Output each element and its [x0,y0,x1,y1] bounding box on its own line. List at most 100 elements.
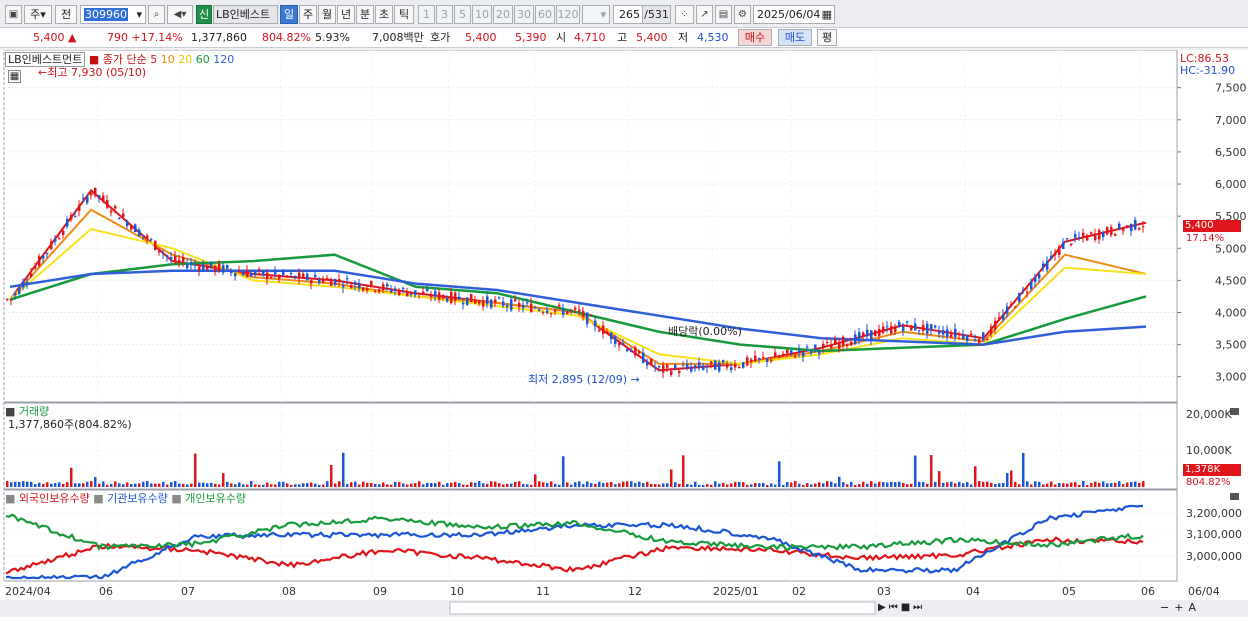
candle-body [346,278,349,280]
table-icon[interactable]: ▦ [8,70,21,83]
sell-button[interactable]: 매도 [778,29,812,46]
font-size-icon[interactable]: A [1188,601,1201,614]
jump-start-icon[interactable]: ⏮ [889,602,901,613]
interval-custom-select[interactable]: ▾ [582,5,610,24]
volume-bar [470,482,473,487]
volume-bar [342,452,345,487]
interval-3[interactable]: 3 [436,5,453,24]
volume-bar [350,482,353,487]
candle-body [238,270,241,273]
volume-bar [322,484,325,487]
chart-area[interactable]: 7,500 7,000 6,500 6,000 5,500 5,000 4,500 4,000… [0,50,1248,621]
unit-month[interactable]: 월 [318,5,336,24]
buy-button[interactable]: 매수 [738,29,772,46]
last-volume-pct: 804.82% [1186,477,1231,488]
volume-bar [850,481,853,487]
scroll-controls[interactable]: ▶⏮■⏭ [878,601,925,614]
volume-bar [158,483,161,487]
stock-chart-svg[interactable]: 7,5007,0006,5006,0005,5005,0004,5004,000… [0,50,1248,621]
volume-bar [234,484,237,487]
volume-bar [138,483,141,487]
volume-bar [18,481,21,487]
volume-bar [986,481,989,487]
unit-second[interactable]: 초 [375,5,393,24]
save-icon[interactable]: ▤ [715,5,732,24]
candle-body [466,297,469,305]
gear-icon[interactable]: ⚙ [734,5,751,24]
candle-body [222,265,225,273]
candle-body [978,339,981,343]
candle-body [1010,303,1013,305]
scroll-right-icon[interactable]: ▶ [878,602,889,613]
window-icon[interactable]: ▣ [5,5,22,24]
calendar-icon[interactable]: ▦ [822,6,832,23]
x-tick-label: 02 [792,585,806,598]
volume-bar [182,483,185,487]
volume-bar [374,483,377,487]
volume-bar [834,483,837,487]
candle-body [606,332,609,334]
candle-body [142,234,145,236]
candle-body [374,290,377,292]
search-icon[interactable]: ⌕ [148,5,165,24]
volume-bar [554,483,557,487]
stock-name: LB인베스트 [213,5,278,24]
volume-bar [810,484,813,487]
period-select[interactable]: 주▾ [24,5,52,24]
x-tick-label: 08 [282,585,296,598]
volume-bar [974,466,977,487]
interval-30[interactable]: 30 [514,5,534,24]
unit-day[interactable]: 일 [280,5,298,24]
volume-bar [94,476,97,487]
volume-bar [418,481,421,487]
interval-5[interactable]: 5 [454,5,471,24]
volume-bar [14,481,17,487]
candle-body [574,307,577,310]
unit-minute[interactable]: 분 [356,5,374,24]
unit-week[interactable]: 주 [299,5,317,24]
date-input[interactable]: 2025/06/04 ▦ [753,5,835,24]
x-tick-label: 04 [966,585,980,598]
unit-tick[interactable]: 틱 [394,5,414,24]
interval-120[interactable]: 120 [556,5,580,24]
volume-bar [50,483,53,487]
interval-20[interactable]: 20 [493,5,513,24]
candle-body [558,304,561,307]
interval-10[interactable]: 10 [472,5,492,24]
speaker-icon[interactable]: ◀▾ [167,5,193,24]
candle-body [878,329,881,336]
volume-bar [274,484,277,487]
zoom-in-icon[interactable]: + [1174,601,1188,614]
interval-60[interactable]: 60 [535,5,555,24]
volume-bar [1010,470,1013,487]
eval-button[interactable]: 평 [817,29,837,46]
jump-end-icon[interactable]: ⏭ [913,602,925,613]
volume-bar [582,484,585,487]
candle-body [786,349,789,354]
draw-tool-icon[interactable]: ↗ [696,5,713,24]
grid-dots-icon[interactable]: ⁘ [675,5,694,24]
volume-bar [26,481,29,487]
prev-button[interactable]: 전 [55,5,77,24]
candle-body [110,210,113,213]
volume-tick-label: 10,000K [1186,444,1232,457]
volume-bar [1030,484,1033,487]
interval-1[interactable]: 1 [418,5,435,24]
zoom-out-icon[interactable]: − [1160,601,1174,614]
volume-bar [950,481,953,487]
volume-bar [462,484,465,487]
candle-body [410,293,413,295]
candle-body [594,320,597,327]
unit-year[interactable]: 년 [337,5,355,24]
zoom-controls[interactable]: −+A [1160,601,1201,614]
candle-body [350,285,353,289]
candle-body [90,193,93,196]
volume-bar [34,484,37,487]
counter-input[interactable]: 265 [613,5,643,24]
stock-title: LB인베스트먼트 [5,52,86,67]
candle-body [882,326,885,333]
candle-body [170,257,173,260]
candle-body [314,275,317,278]
stock-code-input[interactable]: 309960 ▾ [80,5,146,24]
stop-icon[interactable]: ■ [901,602,913,613]
